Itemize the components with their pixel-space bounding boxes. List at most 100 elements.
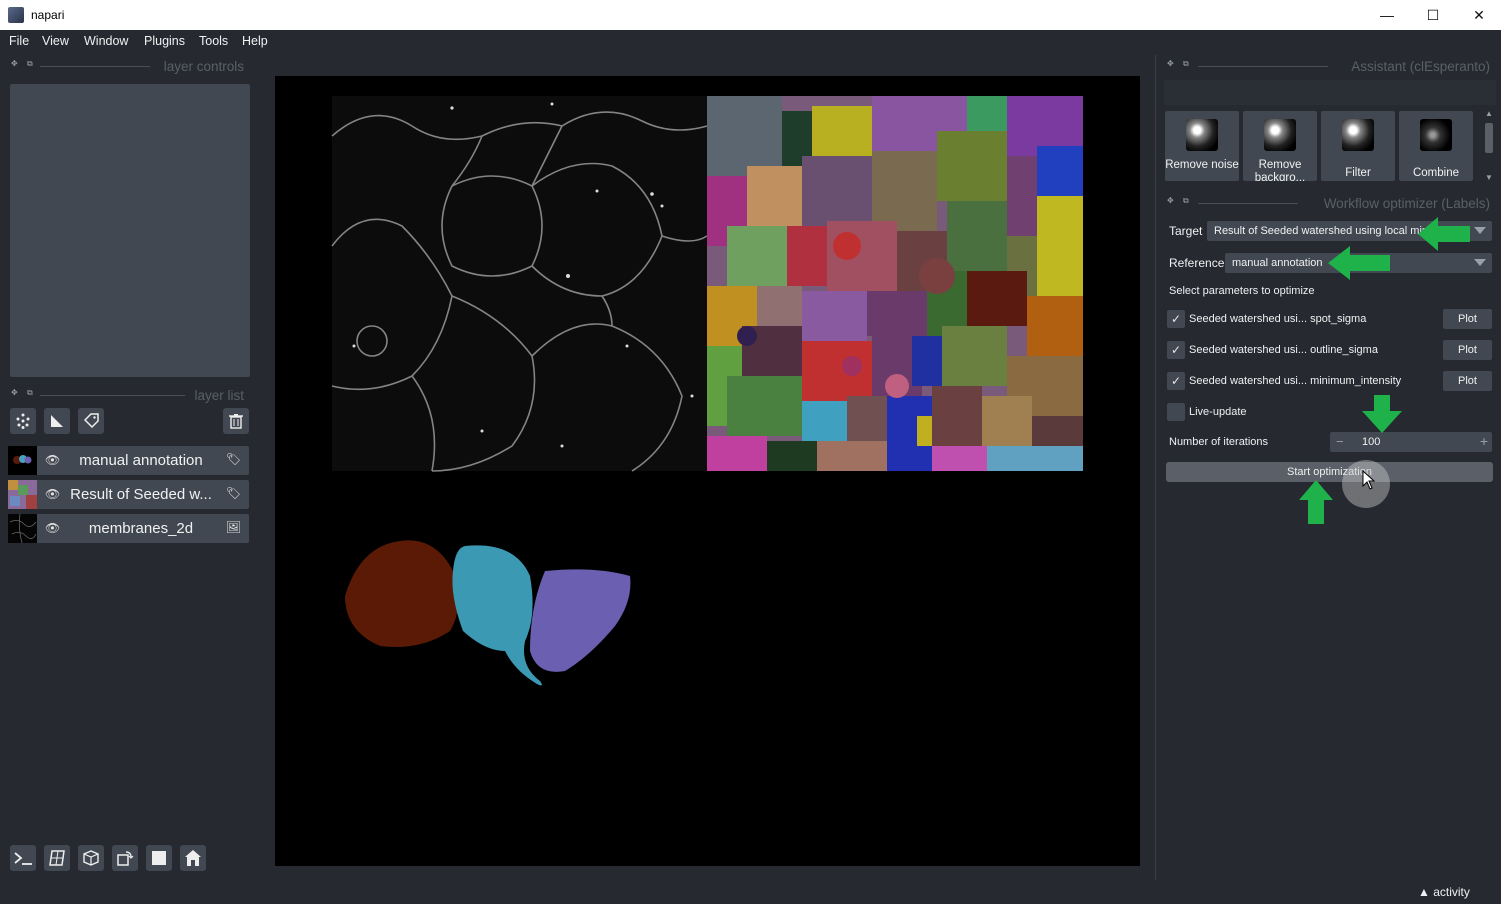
assistant-header: ✥ ⧉ Assistant (clEsperanto) — [1166, 57, 1496, 75]
layer-controls-area — [10, 84, 250, 377]
float-dock-icon[interactable]: ✥ — [11, 59, 18, 68]
assistant-scrollbar[interactable]: ▲ ▼ — [1483, 109, 1495, 182]
plot-button-outline-sigma[interactable]: Plot — [1443, 340, 1492, 360]
layer-list-title: layer list — [194, 388, 244, 403]
square-icon — [152, 851, 166, 865]
new-points-layer-button[interactable] — [10, 408, 36, 434]
workflow-optimizer-title: Workflow optimizer (Labels) — [1323, 196, 1490, 211]
layer-thumbnail — [8, 513, 37, 544]
checkmark-icon: ✓ — [1170, 374, 1182, 388]
assistant-title: Assistant (clEsperanto) — [1351, 59, 1490, 74]
visibility-eye-icon[interactable]: 👁 — [45, 521, 60, 535]
minimize-button[interactable]: — — [1364, 0, 1410, 30]
roll-dimensions-button[interactable] — [78, 845, 104, 871]
detach-dock-icon[interactable]: ⧉ — [1183, 59, 1189, 69]
new-shapes-layer-button[interactable] — [44, 408, 70, 434]
layer-name: manual annotation — [79, 452, 203, 469]
detach-dock-icon[interactable]: ⧉ — [27, 59, 33, 69]
chevron-down-icon — [1474, 259, 1486, 266]
layer-controls-header: ✥ ⧉ layer controls — [10, 57, 250, 75]
menu-help[interactable]: Help — [242, 34, 268, 48]
layer-row-seeded-watershed[interactable]: 👁 Result of Seeded w... 🏷 — [8, 480, 249, 509]
detach-dock-icon[interactable]: ⧉ — [27, 388, 33, 398]
float-dock-icon[interactable]: ✥ — [11, 388, 18, 397]
image-layer-icon: 🖼 — [225, 520, 241, 534]
increment-button[interactable]: + — [1480, 433, 1488, 449]
reset-view-button[interactable] — [180, 845, 206, 871]
menu-bar: File View Window Plugins Tools Help — [0, 30, 1501, 53]
visibility-eye-icon[interactable]: 👁 — [45, 487, 60, 501]
param-label: Seeded watershed usi... spot_sigma — [1189, 313, 1367, 325]
scrollbar-thumb[interactable] — [1485, 123, 1493, 153]
activity-toggle[interactable]: ▲ activity — [1418, 885, 1470, 899]
points-icon — [16, 413, 30, 429]
menu-view[interactable]: View — [42, 34, 69, 48]
viewer-canvas[interactable] — [275, 76, 1140, 866]
menu-plugins[interactable]: Plugins — [144, 34, 185, 48]
param-label: Seeded watershed usi... minimum_intensit… — [1189, 375, 1402, 387]
float-dock-icon[interactable]: ✥ — [1167, 59, 1174, 68]
menu-window[interactable]: Window — [84, 34, 128, 48]
remove-noise-icon — [1186, 119, 1218, 151]
maximize-button[interactable]: ☐ — [1410, 0, 1456, 30]
plot-button-minimum-intensity[interactable]: Plot — [1443, 371, 1492, 391]
reference-label: Reference — [1169, 256, 1225, 270]
new-labels-layer-button[interactable] — [78, 408, 104, 434]
workflow-optimizer-header: ✥ ⧉ Workflow optimizer (Labels) — [1166, 194, 1496, 212]
checkmark-icon: ✓ — [1170, 343, 1182, 357]
reference-value: manual annotation — [1232, 257, 1323, 269]
plot-button-spot-sigma[interactable]: Plot — [1443, 309, 1492, 329]
start-optimization-button[interactable]: Start optimization — [1166, 462, 1493, 482]
layer-row-membranes-2d[interactable]: 👁 membranes_2d 🖼 — [8, 513, 249, 544]
decrement-button[interactable]: − — [1336, 434, 1344, 449]
window-title: napari — [31, 8, 65, 22]
green-arrow-left-icon — [1418, 217, 1470, 251]
params-heading: Select parameters to optimize — [1169, 285, 1315, 297]
param-label: Seeded watershed usi... outline_sigma — [1189, 344, 1378, 356]
dock-splitter[interactable] — [1155, 55, 1156, 880]
shapes-icon — [51, 415, 63, 427]
layer-row-manual-annotation[interactable]: 👁 manual annotation 🏷 — [8, 446, 249, 475]
header-divider — [40, 395, 185, 396]
remove-background-button[interactable]: Remove backgro... — [1243, 111, 1317, 181]
remove-background-icon — [1264, 119, 1296, 151]
layer-thumbnail — [8, 480, 37, 509]
param-checkbox-outline-sigma[interactable]: ✓ — [1167, 341, 1185, 359]
grid-mode-button[interactable] — [146, 845, 172, 871]
detach-dock-icon[interactable]: ⧉ — [1183, 196, 1189, 206]
menu-tools[interactable]: Tools — [199, 34, 228, 48]
scroll-down-icon[interactable]: ▼ — [1485, 173, 1493, 182]
param-checkbox-spot-sigma[interactable]: ✓ — [1167, 310, 1185, 328]
home-icon — [185, 850, 201, 866]
toggle-ndisplay-button[interactable] — [44, 845, 70, 871]
terminal-icon — [14, 852, 32, 865]
remove-noise-button[interactable]: Remove noise — [1165, 111, 1239, 181]
param-checkbox-minimum-intensity[interactable]: ✓ — [1167, 372, 1185, 390]
delete-layer-button[interactable] — [223, 408, 249, 434]
labels-layer-icon: 🏷 — [225, 486, 241, 500]
header-divider — [1198, 203, 1298, 204]
combine-icon — [1420, 119, 1452, 151]
checkmark-icon: ✓ — [1170, 312, 1182, 326]
3d-grid-cube-icon — [49, 850, 65, 866]
scroll-up-icon[interactable]: ▲ — [1485, 109, 1493, 118]
console-button[interactable] — [10, 845, 36, 871]
canvas-render — [331, 96, 1083, 686]
iterations-label: Number of iterations — [1169, 436, 1269, 448]
header-divider — [1198, 66, 1328, 67]
visibility-eye-icon[interactable]: 👁 — [45, 453, 60, 467]
close-button[interactable]: ✕ — [1456, 0, 1501, 30]
filter-icon — [1342, 119, 1374, 151]
menu-file[interactable]: File — [9, 34, 29, 48]
membranes-image — [331, 96, 708, 472]
live-update-checkbox[interactable] — [1167, 403, 1185, 421]
transpose-dimensions-button[interactable] — [112, 845, 138, 871]
filter-button[interactable]: Filter — [1321, 111, 1395, 181]
chevron-down-icon — [1474, 227, 1486, 234]
layer-name: membranes_2d — [88, 520, 194, 537]
iterations-spinbox[interactable]: − 100 + — [1330, 432, 1492, 452]
combine-button[interactable]: Combine — [1399, 111, 1473, 181]
float-dock-icon[interactable]: ✥ — [1167, 196, 1174, 205]
assistant-search-bar — [1164, 80, 1496, 105]
green-arrow-down-icon — [1362, 395, 1402, 433]
